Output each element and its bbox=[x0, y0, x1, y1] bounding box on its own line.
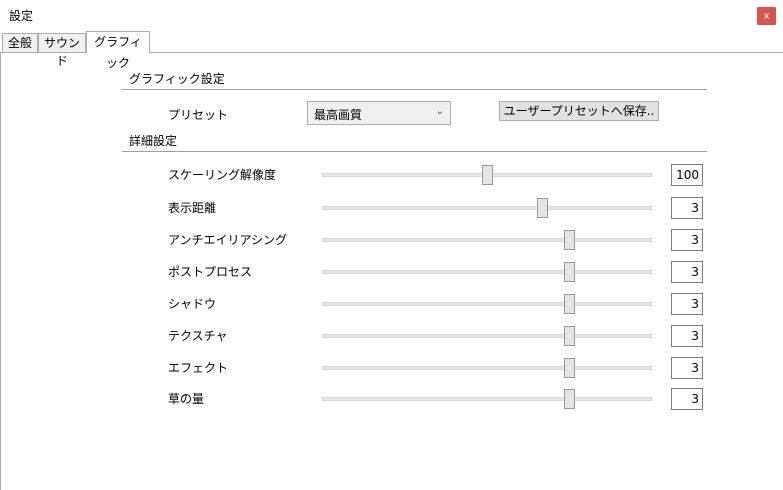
setting-label: 草の量 bbox=[168, 392, 205, 406]
save-user-preset-button[interactable]: ユーザープリセットへ保存.. bbox=[499, 101, 659, 121]
close-button[interactable]: x bbox=[757, 7, 776, 25]
slider-track[interactable] bbox=[322, 302, 652, 306]
slider-thumb[interactable] bbox=[564, 230, 575, 250]
tab-sound[interactable]: サウンド bbox=[38, 33, 86, 68]
slider-thumb[interactable] bbox=[564, 358, 575, 378]
setting-label: スケーリング解像度 bbox=[168, 168, 277, 182]
setting-value-input[interactable]: 3 bbox=[671, 325, 703, 347]
slider-track[interactable] bbox=[322, 238, 652, 242]
setting-label: テクスチャ bbox=[168, 329, 228, 343]
setting-slider[interactable] bbox=[322, 230, 652, 250]
preset-dropdown[interactable]: 最高画質 ⌄ bbox=[307, 101, 451, 125]
tab-graphics[interactable]: グラフィック bbox=[86, 31, 150, 70]
preset-selected-value: 最高画質 bbox=[314, 108, 363, 122]
setting-label: 表示距離 bbox=[168, 201, 217, 215]
setting-slider[interactable] bbox=[322, 294, 652, 314]
slider-thumb[interactable] bbox=[564, 294, 575, 314]
slider-track[interactable] bbox=[322, 206, 652, 210]
window-title: 設定 bbox=[9, 9, 34, 23]
setting-value-input[interactable]: 3 bbox=[671, 229, 703, 251]
slider-thumb[interactable] bbox=[537, 198, 548, 218]
setting-slider[interactable] bbox=[322, 389, 652, 409]
setting-slider[interactable] bbox=[322, 262, 652, 282]
tab-strip: 全般 サウンド グラフィック bbox=[0, 31, 783, 70]
graphics-settings-heading: グラフィック設定 bbox=[129, 72, 225, 86]
setting-value-input[interactable]: 3 bbox=[671, 388, 703, 410]
slider-thumb[interactable] bbox=[564, 326, 575, 346]
preset-label: プリセット bbox=[168, 108, 229, 122]
title-bar: 設定 x bbox=[0, 0, 783, 30]
detail-settings-heading: 詳細設定 bbox=[129, 134, 178, 148]
setting-slider[interactable] bbox=[322, 165, 652, 185]
setting-value-input[interactable]: 100 bbox=[671, 164, 703, 186]
setting-label: シャドウ bbox=[168, 297, 217, 311]
setting-value-input[interactable]: 3 bbox=[671, 293, 703, 315]
slider-track[interactable] bbox=[322, 334, 652, 338]
tab-general[interactable]: 全般 bbox=[2, 33, 38, 52]
slider-thumb[interactable] bbox=[564, 262, 575, 282]
section-divider bbox=[122, 89, 707, 90]
chevron-down-icon: ⌄ bbox=[435, 106, 444, 117]
setting-slider[interactable] bbox=[322, 198, 652, 218]
detail-divider bbox=[122, 151, 707, 152]
setting-slider[interactable] bbox=[322, 326, 652, 346]
slider-track[interactable] bbox=[322, 366, 652, 370]
slider-track[interactable] bbox=[322, 270, 652, 274]
setting-value-input[interactable]: 3 bbox=[671, 261, 703, 283]
setting-label: エフェクト bbox=[168, 361, 229, 375]
setting-label: ポストプロセス bbox=[168, 265, 253, 279]
slider-track[interactable] bbox=[322, 397, 652, 401]
slider-thumb[interactable] bbox=[564, 389, 575, 409]
setting-label: アンチエイリアシング bbox=[168, 233, 288, 247]
setting-value-input[interactable]: 3 bbox=[671, 197, 703, 219]
slider-thumb[interactable] bbox=[482, 165, 493, 185]
setting-slider[interactable] bbox=[322, 358, 652, 378]
setting-value-input[interactable]: 3 bbox=[671, 357, 703, 379]
